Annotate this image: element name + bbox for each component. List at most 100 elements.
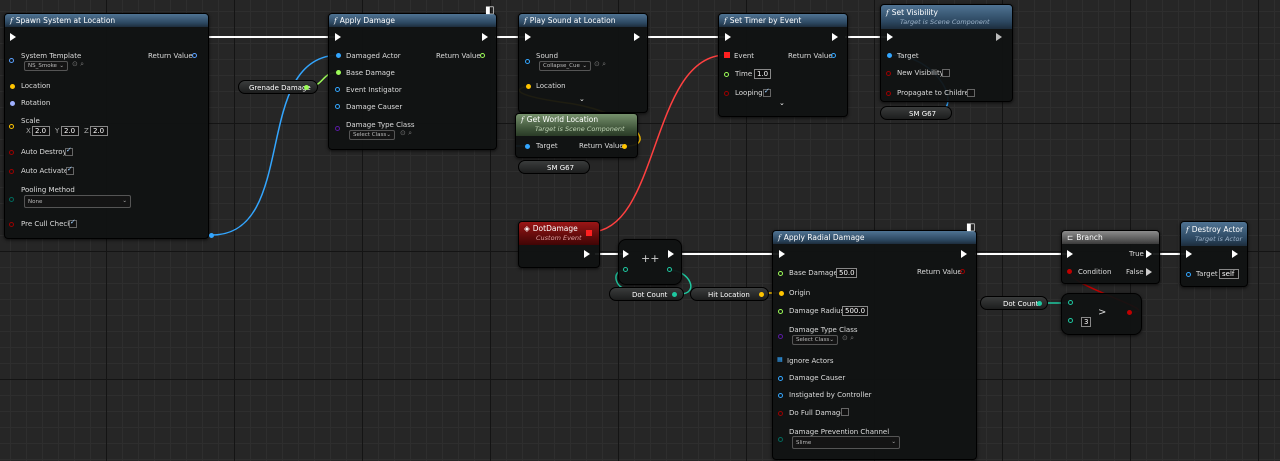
pre-cull-check-checkbox[interactable] bbox=[69, 218, 77, 228]
exec-out-pin[interactable] bbox=[996, 33, 1002, 41]
target-pin[interactable] bbox=[1186, 272, 1191, 277]
damage-causer-pin[interactable] bbox=[778, 376, 783, 381]
base-damage-pin[interactable] bbox=[778, 271, 783, 276]
exec-out-pin[interactable] bbox=[832, 33, 838, 41]
damage-causer-pin[interactable] bbox=[335, 104, 340, 109]
sm-g67-variable[interactable]: SM G67 bbox=[880, 106, 952, 120]
propagate-pin[interactable] bbox=[886, 91, 891, 96]
chevron-down-icon[interactable]: ⌄ bbox=[579, 95, 585, 103]
damage-radius-pin[interactable] bbox=[778, 309, 783, 314]
variable-output-pin[interactable] bbox=[1037, 301, 1042, 306]
int-in-pin[interactable] bbox=[623, 267, 628, 272]
condition-pin[interactable] bbox=[1067, 269, 1072, 274]
auto-destroy-pin[interactable] bbox=[9, 150, 14, 155]
do-full-damage-checkbox[interactable] bbox=[841, 408, 849, 416]
return-value-pin[interactable] bbox=[622, 144, 627, 149]
reroute-pin[interactable] bbox=[209, 233, 214, 238]
looping-checkbox[interactable] bbox=[763, 87, 771, 97]
pooling-method-pin[interactable] bbox=[9, 197, 14, 202]
browse-icon[interactable]: ⊙ ⌕ bbox=[594, 60, 606, 69]
time-pin[interactable] bbox=[724, 72, 729, 77]
location-pin[interactable] bbox=[10, 84, 15, 89]
base-damage-pin[interactable] bbox=[336, 70, 341, 75]
apply-radial-damage-node[interactable]: f Apply Radial Damage bbox=[772, 230, 977, 460]
exec-out-pin[interactable] bbox=[1232, 250, 1238, 258]
pre-cull-check-pin[interactable] bbox=[9, 222, 14, 227]
damage-type-class-pin[interactable] bbox=[778, 334, 783, 339]
system-template-pin[interactable] bbox=[9, 58, 14, 63]
target-pin[interactable] bbox=[887, 53, 892, 58]
new-visibility-pin[interactable] bbox=[886, 71, 891, 76]
damage-channel-select[interactable]: Slime ⌄ bbox=[792, 436, 900, 449]
damaged-actor-pin[interactable] bbox=[336, 53, 341, 58]
exec-in-pin[interactable] bbox=[887, 33, 893, 41]
bool-out-pin[interactable] bbox=[1127, 310, 1132, 315]
hit-location-variable[interactable]: Hit Location bbox=[690, 287, 769, 301]
location-pin[interactable] bbox=[526, 84, 531, 89]
return-value-pin[interactable] bbox=[480, 53, 485, 58]
exec-out-pin[interactable] bbox=[584, 250, 590, 258]
target-pin[interactable] bbox=[525, 144, 530, 149]
return-value-pin[interactable] bbox=[192, 53, 197, 58]
exec-in-pin[interactable] bbox=[1067, 250, 1073, 258]
get-world-location-node[interactable]: f Get World Location Target is Scene Compo… bbox=[515, 113, 638, 158]
damage-type-select[interactable]: Select Class ⌄ bbox=[349, 130, 395, 140]
scale-x-input[interactable]: 2.0 bbox=[32, 126, 50, 136]
exec-in-pin[interactable] bbox=[779, 250, 785, 258]
auto-destroy-checkbox[interactable] bbox=[65, 146, 73, 156]
sound-select[interactable]: Collapse_Cue ⌄ bbox=[539, 61, 591, 71]
damage-channel-pin[interactable] bbox=[778, 437, 783, 442]
int-out-pin[interactable] bbox=[667, 267, 672, 272]
target-self-input[interactable]: self bbox=[1219, 269, 1239, 279]
system-template-select[interactable]: NS_Smoke ⌄ bbox=[24, 61, 68, 71]
exec-out-pin[interactable] bbox=[668, 250, 674, 258]
delegate-pin[interactable] bbox=[586, 230, 592, 236]
a-pin[interactable] bbox=[1068, 300, 1073, 305]
variable-output-pin[interactable] bbox=[759, 292, 764, 297]
damage-type-select[interactable]: Select Class ⌄ bbox=[792, 335, 838, 345]
time-input[interactable]: 1.0 bbox=[754, 69, 771, 79]
auto-activate-checkbox[interactable] bbox=[66, 165, 74, 175]
propagate-checkbox[interactable] bbox=[967, 89, 975, 97]
compare-value-input[interactable]: 3 bbox=[1081, 317, 1091, 327]
auto-activate-pin[interactable] bbox=[9, 169, 14, 174]
damage-type-class-pin[interactable] bbox=[335, 126, 340, 131]
dot-damage-event-node[interactable]: ◈ DotDamage Custom Event bbox=[518, 221, 600, 268]
true-exec-pin[interactable] bbox=[1146, 250, 1152, 258]
exec-in-pin[interactable] bbox=[335, 33, 341, 41]
exec-in-pin[interactable] bbox=[623, 250, 629, 258]
scale-pin[interactable] bbox=[9, 124, 14, 129]
new-visibility-checkbox[interactable] bbox=[942, 69, 950, 77]
scale-z-input[interactable]: 2.0 bbox=[90, 126, 108, 136]
exec-in-pin[interactable] bbox=[525, 33, 531, 41]
variable-output-pin[interactable] bbox=[304, 85, 309, 90]
sound-pin[interactable] bbox=[525, 59, 530, 64]
exec-in-pin[interactable] bbox=[1186, 250, 1192, 258]
chevron-down-icon[interactable]: ⌄ bbox=[779, 99, 785, 107]
scale-y-input[interactable]: 2.0 bbox=[61, 126, 79, 136]
array-icon[interactable]: ▦ bbox=[777, 356, 783, 363]
base-damage-input[interactable]: 50.0 bbox=[836, 268, 857, 278]
exec-out-pin[interactable] bbox=[961, 250, 967, 258]
event-delegate-pin[interactable] bbox=[724, 52, 730, 58]
browse-icon[interactable]: ⊙ ⌕ bbox=[842, 334, 854, 343]
rotation-pin[interactable] bbox=[10, 101, 15, 106]
b-pin[interactable] bbox=[1068, 318, 1073, 323]
exec-out-pin[interactable] bbox=[482, 33, 488, 41]
variable-output-pin[interactable] bbox=[672, 292, 677, 297]
event-instigator-pin[interactable] bbox=[335, 87, 340, 92]
increment-node[interactable]: ++ bbox=[618, 239, 682, 285]
browse-icon[interactable]: ⊙ ⌕ bbox=[72, 60, 84, 69]
return-value-pin[interactable] bbox=[960, 269, 965, 274]
origin-pin[interactable] bbox=[779, 291, 784, 296]
exec-in-pin[interactable] bbox=[725, 33, 731, 41]
exec-out-pin[interactable] bbox=[634, 33, 640, 41]
sm-g67-variable[interactable]: SM G67 bbox=[518, 160, 590, 174]
browse-icon[interactable]: ⊙ ⌕ bbox=[400, 129, 412, 138]
damage-radius-input[interactable]: 500.0 bbox=[842, 306, 868, 316]
false-exec-pin[interactable] bbox=[1146, 268, 1152, 276]
pooling-method-select[interactable]: None ⌄ bbox=[24, 195, 131, 208]
exec-in-pin[interactable] bbox=[10, 33, 16, 41]
instigated-by-pin[interactable] bbox=[778, 393, 783, 398]
return-value-pin[interactable] bbox=[831, 53, 836, 58]
